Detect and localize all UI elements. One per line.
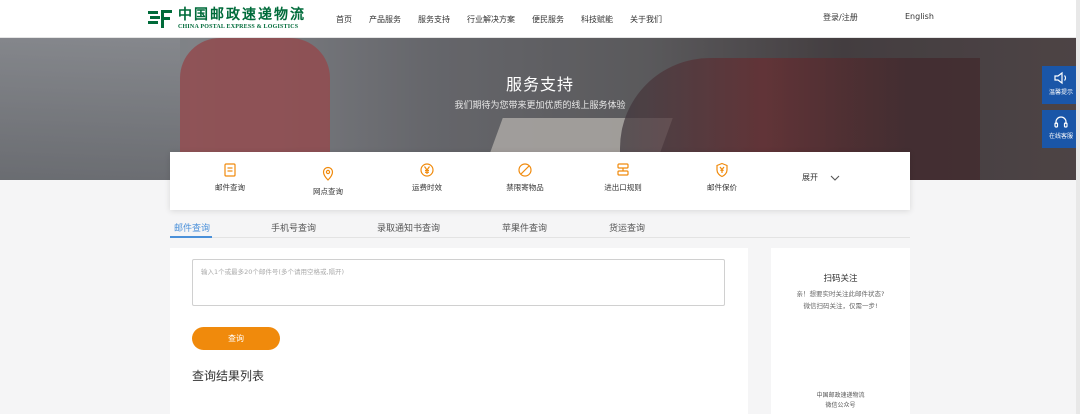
login-register-link[interactable]: 登录/注册	[823, 12, 858, 23]
tab-phone-query[interactable]: 手机号查询	[271, 221, 316, 234]
online-service-label: 在线客服	[1048, 133, 1073, 140]
logo-chinese-name: 中国邮政速递物流	[178, 7, 306, 23]
scrollbar[interactable]	[1076, 0, 1080, 414]
yuan-coin-icon	[420, 163, 434, 177]
headset-icon	[1054, 116, 1068, 128]
china-post-logo-icon	[148, 10, 172, 28]
service-insured-mail[interactable]: 邮件保价	[682, 162, 762, 193]
service-label: 邮件保价	[707, 183, 737, 192]
result-list-title: 查询结果列表	[192, 369, 265, 383]
shield-yuan-icon	[716, 162, 728, 178]
wechat-qr-panel: 扫码关注 亲！想要实时关注此邮件状态? 微信扫码关注，仅需一步! 中国邮政速递物…	[771, 248, 910, 414]
qr-caption: 中国邮政速递物流	[816, 392, 865, 399]
qr-description: 亲！想要实时关注此邮件状态?	[796, 290, 885, 298]
nav-item-solutions[interactable]: 行业解决方案	[467, 14, 515, 25]
service-outlet-query[interactable]: 网点查询	[288, 166, 368, 197]
service-freight-time[interactable]: 运费时效	[387, 162, 467, 193]
banner-subtitle: 我们期待为您带来更加优质的线上服务体验	[454, 101, 626, 111]
prohibited-icon	[518, 163, 532, 177]
receipt-icon	[224, 163, 236, 177]
notice-label: 温馨提示	[1048, 89, 1073, 96]
qr-caption: 微信公众号	[825, 402, 856, 409]
query-tabs: 邮件查询 手机号查询 录取通知书查询 苹果件查询 货运查询	[170, 218, 910, 238]
speaker-icon	[1054, 71, 1067, 85]
query-button[interactable]: 查询	[192, 327, 280, 350]
chevron-down-icon	[830, 175, 840, 181]
nav-item-about[interactable]: 关于我们	[630, 14, 662, 25]
tab-mail-query[interactable]: 邮件查询	[174, 221, 210, 234]
service-prohibited-items[interactable]: 禁限寄物品	[485, 162, 565, 193]
tab-admission-letter-query[interactable]: 录取通知书查询	[377, 221, 440, 234]
service-label: 进出口规则	[604, 183, 642, 192]
nav-item-products[interactable]: 产品服务	[369, 14, 401, 25]
notice-button[interactable]: 温馨提示	[1042, 66, 1080, 104]
banner-title: 服务支持	[505, 75, 574, 94]
expand-label: 展开	[802, 173, 818, 182]
qr-title: 扫码关注	[823, 274, 858, 284]
service-label: 网点查询	[313, 187, 343, 196]
service-mail-query[interactable]: 邮件查询	[190, 162, 270, 193]
top-header: 中国邮政速递物流 CHINA POSTAL EXPRESS & LOGISTIC…	[0, 0, 1080, 38]
logo[interactable]: 中国邮政速递物流 CHINA POSTAL EXPRESS & LOGISTIC…	[148, 6, 306, 32]
nav-item-technology[interactable]: 科技赋能	[581, 14, 613, 25]
service-label: 运费时效	[412, 183, 442, 192]
expand-services-button[interactable]: 展开	[802, 172, 840, 183]
query-panel: 查询 查询结果列表	[170, 248, 748, 414]
logo-english-name: CHINA POSTAL EXPRESS & LOGISTICS	[178, 24, 299, 30]
tab-apple-query[interactable]: 苹果件查询	[502, 221, 547, 234]
active-tab-indicator	[170, 236, 212, 238]
nav-item-convenience[interactable]: 便民服务	[532, 14, 564, 25]
service-shortcuts: 邮件查询 网点查询 运费时效 禁限寄物品 进出口规则 邮件保价	[170, 152, 910, 210]
service-label: 邮件查询	[215, 183, 245, 192]
tab-freight-query[interactable]: 货运查询	[609, 221, 645, 234]
nav-item-home[interactable]: 首页	[336, 14, 352, 25]
tracking-number-input[interactable]	[193, 260, 724, 305]
tracking-number-box	[192, 259, 725, 306]
service-label: 禁限寄物品	[506, 183, 544, 192]
customs-icon	[617, 163, 629, 176]
location-pin-icon	[322, 166, 334, 181]
main-nav: 首页 产品服务 服务支持 行业解决方案 便民服务 科技赋能 关于我们	[336, 0, 679, 38]
language-switch[interactable]: English	[905, 12, 934, 21]
qr-description: 微信扫码关注，仅需一步!	[803, 302, 878, 310]
nav-item-support[interactable]: 服务支持	[418, 14, 450, 25]
service-import-export-rules[interactable]: 进出口规则	[583, 162, 663, 193]
online-service-button[interactable]: 在线客服	[1042, 110, 1080, 148]
